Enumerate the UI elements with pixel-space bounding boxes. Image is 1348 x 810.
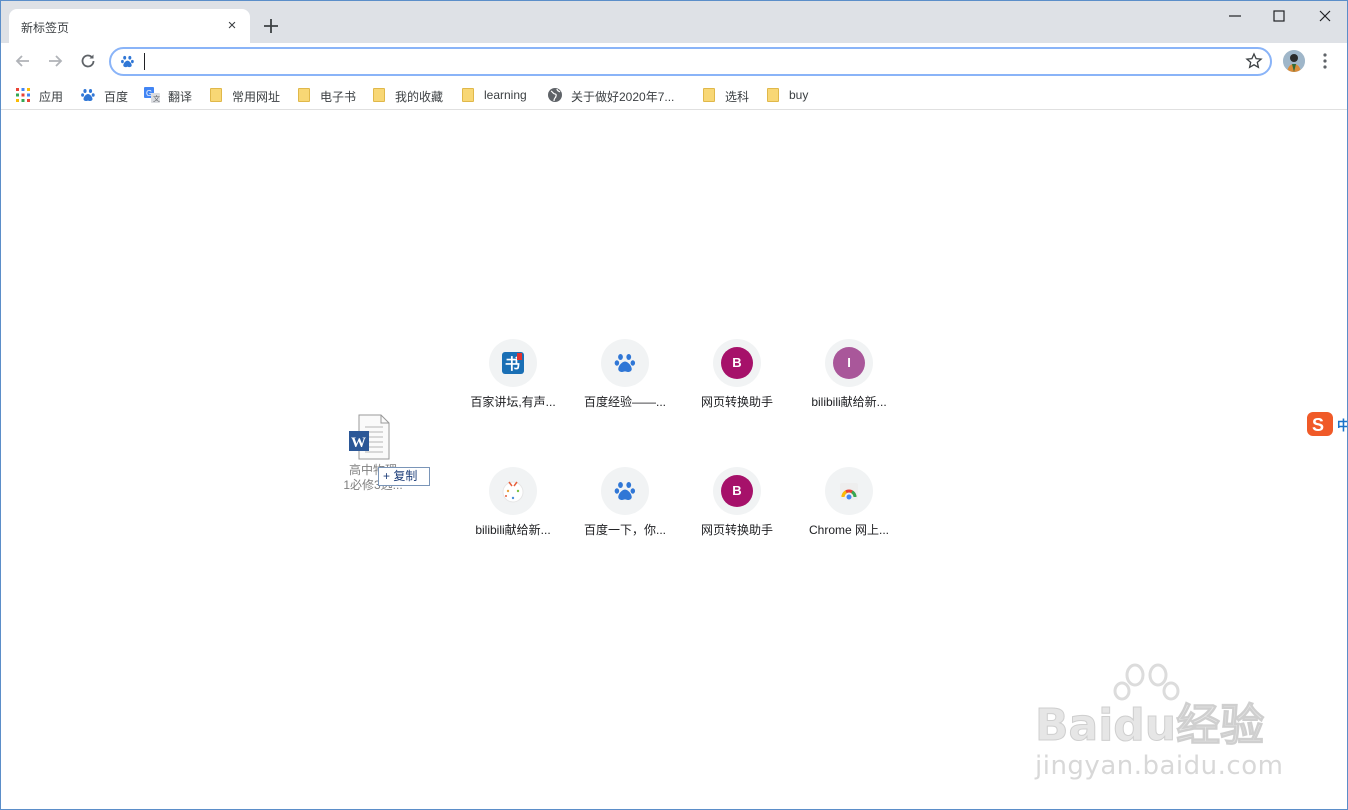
profile-avatar[interactable] bbox=[1283, 50, 1305, 72]
folder-icon bbox=[371, 87, 387, 103]
tile-icon-background: 书 bbox=[489, 339, 537, 387]
shortcut-tile[interactable]: 书 百家讲坛,有声... bbox=[457, 323, 569, 435]
reload-icon[interactable] bbox=[78, 51, 98, 71]
bookmark-label: learning bbox=[484, 88, 527, 102]
folder-icon bbox=[208, 87, 224, 103]
bookmarks-bar: 应用 百度 G 文 翻译 常用网址 电子书 我的收藏 learning 关于做好… bbox=[1, 80, 1347, 110]
bilibili-tv-icon bbox=[502, 481, 524, 503]
tab-title: 新标签页 bbox=[21, 21, 70, 35]
letter-b-icon: B bbox=[721, 347, 753, 379]
tile-icon-background bbox=[489, 467, 537, 515]
shortcut-tile[interactable]: B 网页转换助手 bbox=[681, 451, 793, 563]
chrome-webstore-icon bbox=[840, 483, 858, 500]
toolbar bbox=[1, 43, 1347, 79]
window-close-icon[interactable] bbox=[1314, 5, 1336, 27]
profile-avatar-icon bbox=[1283, 50, 1305, 72]
bookmark-label: 翻译 bbox=[168, 90, 193, 104]
shortcut-tile[interactable]: B 网页转换助手 bbox=[681, 323, 793, 435]
bookmark-label: 关于做好2020年7... bbox=[571, 90, 675, 104]
tile-icon-background bbox=[601, 467, 649, 515]
bookmark-star-icon[interactable] bbox=[1245, 52, 1263, 70]
letter-b-icon: B bbox=[721, 475, 753, 507]
bookmark-label: 百度 bbox=[104, 90, 129, 104]
new-tab-plus-icon[interactable] bbox=[260, 15, 282, 37]
baidu-paw-icon bbox=[81, 89, 95, 101]
word-document-icon: W bbox=[349, 414, 390, 460]
text-caret bbox=[144, 53, 145, 70]
ime-indicator[interactable]: S 中 bbox=[1305, 410, 1348, 438]
sogou-ime-icon: S 中 bbox=[1307, 412, 1348, 436]
folder-icon bbox=[460, 87, 476, 103]
tile-icon-background bbox=[601, 339, 649, 387]
minimize-icon[interactable] bbox=[1224, 5, 1246, 27]
shortcut-tile[interactable]: I bilibili献给新... bbox=[793, 323, 905, 435]
shortcut-tile[interactable]: 百度经验——... bbox=[569, 323, 681, 435]
tab-strip: 新标签页 × bbox=[1, 1, 1347, 43]
bookmark-label: 电子书 bbox=[320, 90, 357, 104]
svg-text:文: 文 bbox=[153, 94, 160, 103]
baidu-paw-icon bbox=[614, 354, 636, 372]
folder-icon bbox=[296, 87, 312, 103]
dragged-file: W 高中物理 1必修3选... + 复制 bbox=[333, 409, 433, 499]
apps-grid-icon bbox=[16, 88, 30, 102]
address-input[interactable] bbox=[143, 52, 1223, 71]
tile-icon-background bbox=[825, 467, 873, 515]
bookmark-label: 应用 bbox=[39, 90, 64, 104]
shortcut-tile[interactable]: Chrome 网上... bbox=[793, 451, 905, 563]
tile-icon-background: B bbox=[713, 339, 761, 387]
watermark-url: jingyan.baidu.com bbox=[1035, 751, 1284, 781]
book-icon: 书 bbox=[502, 352, 524, 374]
copy-drop-badge: + 复制 bbox=[378, 467, 430, 486]
svg-text:W: W bbox=[351, 435, 366, 451]
bookmark-label: 选科 bbox=[725, 90, 750, 104]
folder-icon bbox=[765, 87, 781, 103]
shortcut-tile[interactable]: bilibili献给新... bbox=[457, 451, 569, 563]
watermark-brand: Baidu经验 bbox=[1034, 700, 1265, 752]
svg-text:S: S bbox=[1312, 415, 1324, 435]
bookmark-label: buy bbox=[789, 88, 809, 102]
shortcut-tile[interactable]: 百度一下，你... bbox=[569, 451, 681, 563]
globe-icon bbox=[548, 88, 562, 102]
tile-label: 网页转换助手 bbox=[700, 523, 773, 537]
tile-label: 百度经验——... bbox=[583, 395, 666, 409]
baidu-paw-icon bbox=[121, 55, 134, 68]
forward-arrow-icon[interactable] bbox=[45, 51, 65, 71]
tile-icon-background: I bbox=[825, 339, 873, 387]
bookmark-label: 我的收藏 bbox=[395, 90, 444, 104]
maximize-icon[interactable] bbox=[1268, 5, 1290, 27]
tab-new-tab[interactable]: 新标签页 × bbox=[9, 9, 250, 43]
browser-window: 新标签页 × 应用 百度 G 文 翻译 常用网址 电子书 我的收藏 learni… bbox=[0, 0, 1348, 810]
tile-label: Chrome 网上... bbox=[808, 523, 890, 537]
folder-icon bbox=[701, 87, 717, 103]
more-menu-icon[interactable] bbox=[1319, 52, 1331, 70]
tile-label: bilibili献给新... bbox=[475, 523, 551, 537]
bookmark-label: 常用网址 bbox=[232, 90, 281, 104]
tile-label: 百度一下，你... bbox=[583, 523, 666, 537]
address-bar[interactable] bbox=[109, 47, 1272, 76]
tile-label: 百家讲坛,有声... bbox=[470, 395, 556, 409]
back-arrow-icon[interactable] bbox=[13, 51, 33, 71]
ime-mode-label: 中 bbox=[1337, 418, 1348, 434]
tile-label: 网页转换助手 bbox=[700, 395, 773, 409]
baidu-jingyan-watermark: Baidu经验 jingyan.baidu.com bbox=[1031, 661, 1291, 781]
tab-close-icon[interactable]: × bbox=[224, 18, 240, 34]
tile-label: bilibili献给新... bbox=[811, 395, 887, 409]
baidu-paw-icon bbox=[614, 482, 636, 500]
tile-icon-background: B bbox=[713, 467, 761, 515]
translate-icon: G 文 bbox=[144, 87, 160, 103]
letter-i-icon: I bbox=[833, 347, 865, 379]
